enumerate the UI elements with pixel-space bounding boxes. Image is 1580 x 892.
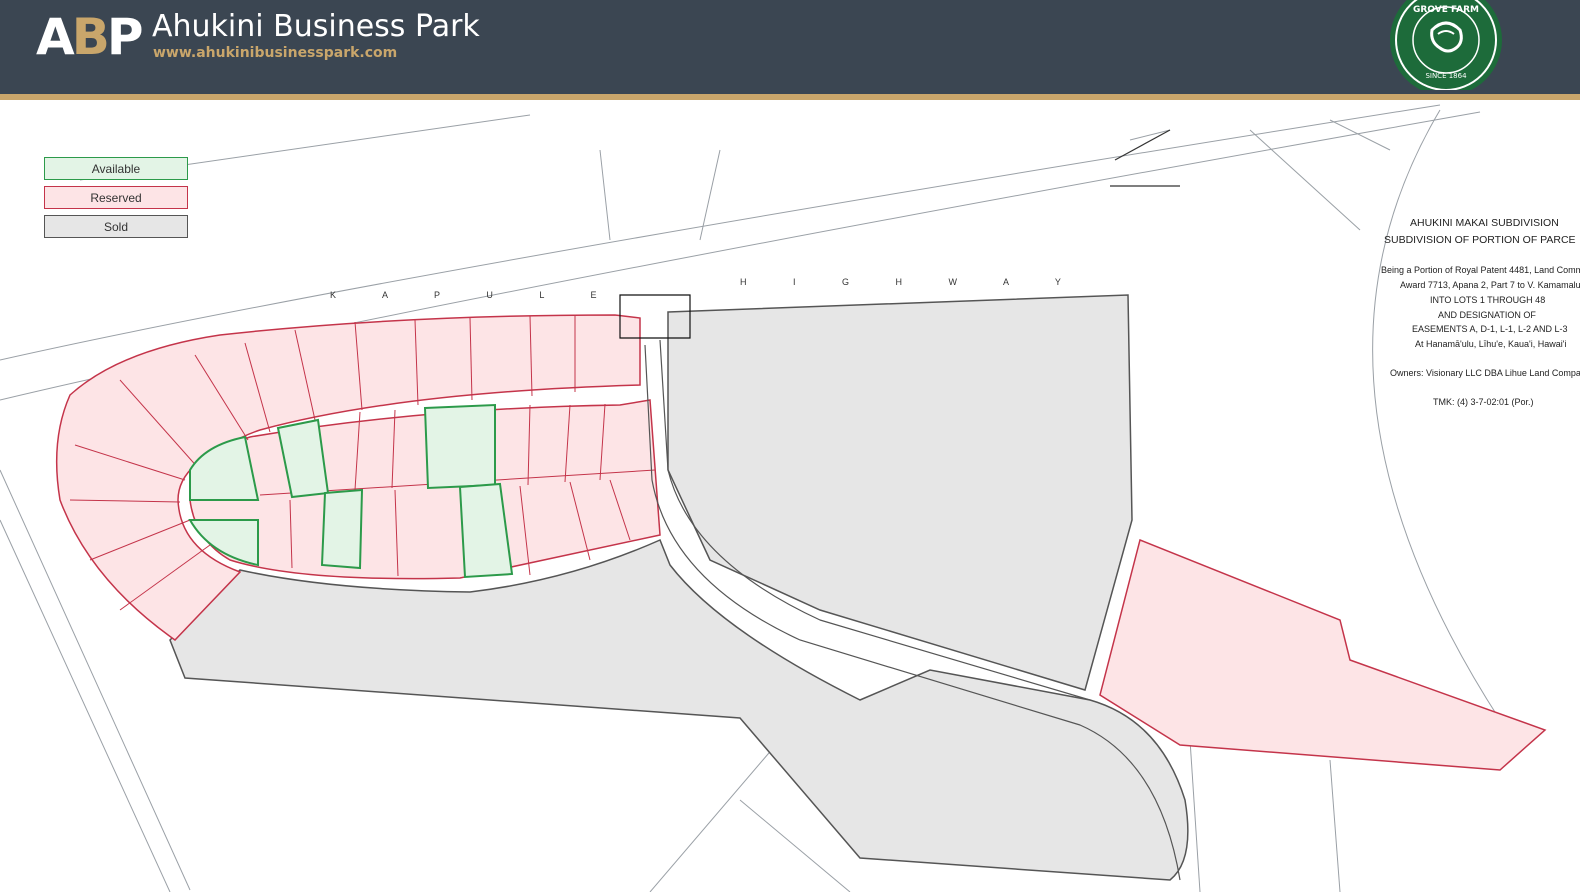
abp-logo[interactable]: ABP: [36, 12, 143, 62]
grove-farm-seal-logo: GROVE FARM SINCE 1864: [1390, 0, 1502, 90]
svg-text:SINCE 1864: SINCE 1864: [1425, 72, 1467, 80]
subdivision-map[interactable]: K A P U L E H I G H W A Y: [0, 100, 1580, 892]
header-bar: ABP Ahukini Business Park www.ahukinibus…: [0, 0, 1580, 94]
svg-text:GROVE FARM: GROVE FARM: [1413, 5, 1479, 15]
plan-owners: Owners: Visionary LLC DBA Lihue Land Com…: [1390, 368, 1580, 378]
legend-sold[interactable]: Sold: [44, 215, 188, 238]
plan-line: At Hanamā'ulu, Līhu'e, Kaua'i, Hawai'i: [1415, 339, 1567, 349]
legend-available[interactable]: Available: [44, 157, 188, 180]
plan-line: Award 7713, Apana 2, Part 7 to V. Kamama…: [1400, 280, 1580, 290]
brand-title: Ahukini Business Park: [152, 9, 480, 44]
plan-line: EASEMENTS A, D-1, L-1, L-2 AND L-3: [1412, 324, 1568, 334]
legend-reserved[interactable]: Reserved: [44, 186, 188, 209]
plan-line: Being a Portion of Royal Patent 4481, La…: [1381, 265, 1580, 275]
plan-line: AND DESIGNATION OF: [1438, 310, 1536, 320]
plan-title: AHUKINI MAKAI SUBDIVISION: [1410, 217, 1559, 229]
plan-line: INTO LOTS 1 THROUGH 48: [1430, 295, 1546, 305]
plan-subtitle: SUBDIVISION OF PORTION OF PARCE: [1384, 234, 1576, 246]
highway-label-2: H I G H W A Y: [740, 277, 1083, 287]
highway-label: K A P U L E: [330, 290, 619, 300]
plan-tmk: TMK: (4) 3-7-02:01 (Por.): [1433, 397, 1534, 407]
brand-url-link[interactable]: www.ahukinibusinesspark.com: [153, 44, 397, 62]
